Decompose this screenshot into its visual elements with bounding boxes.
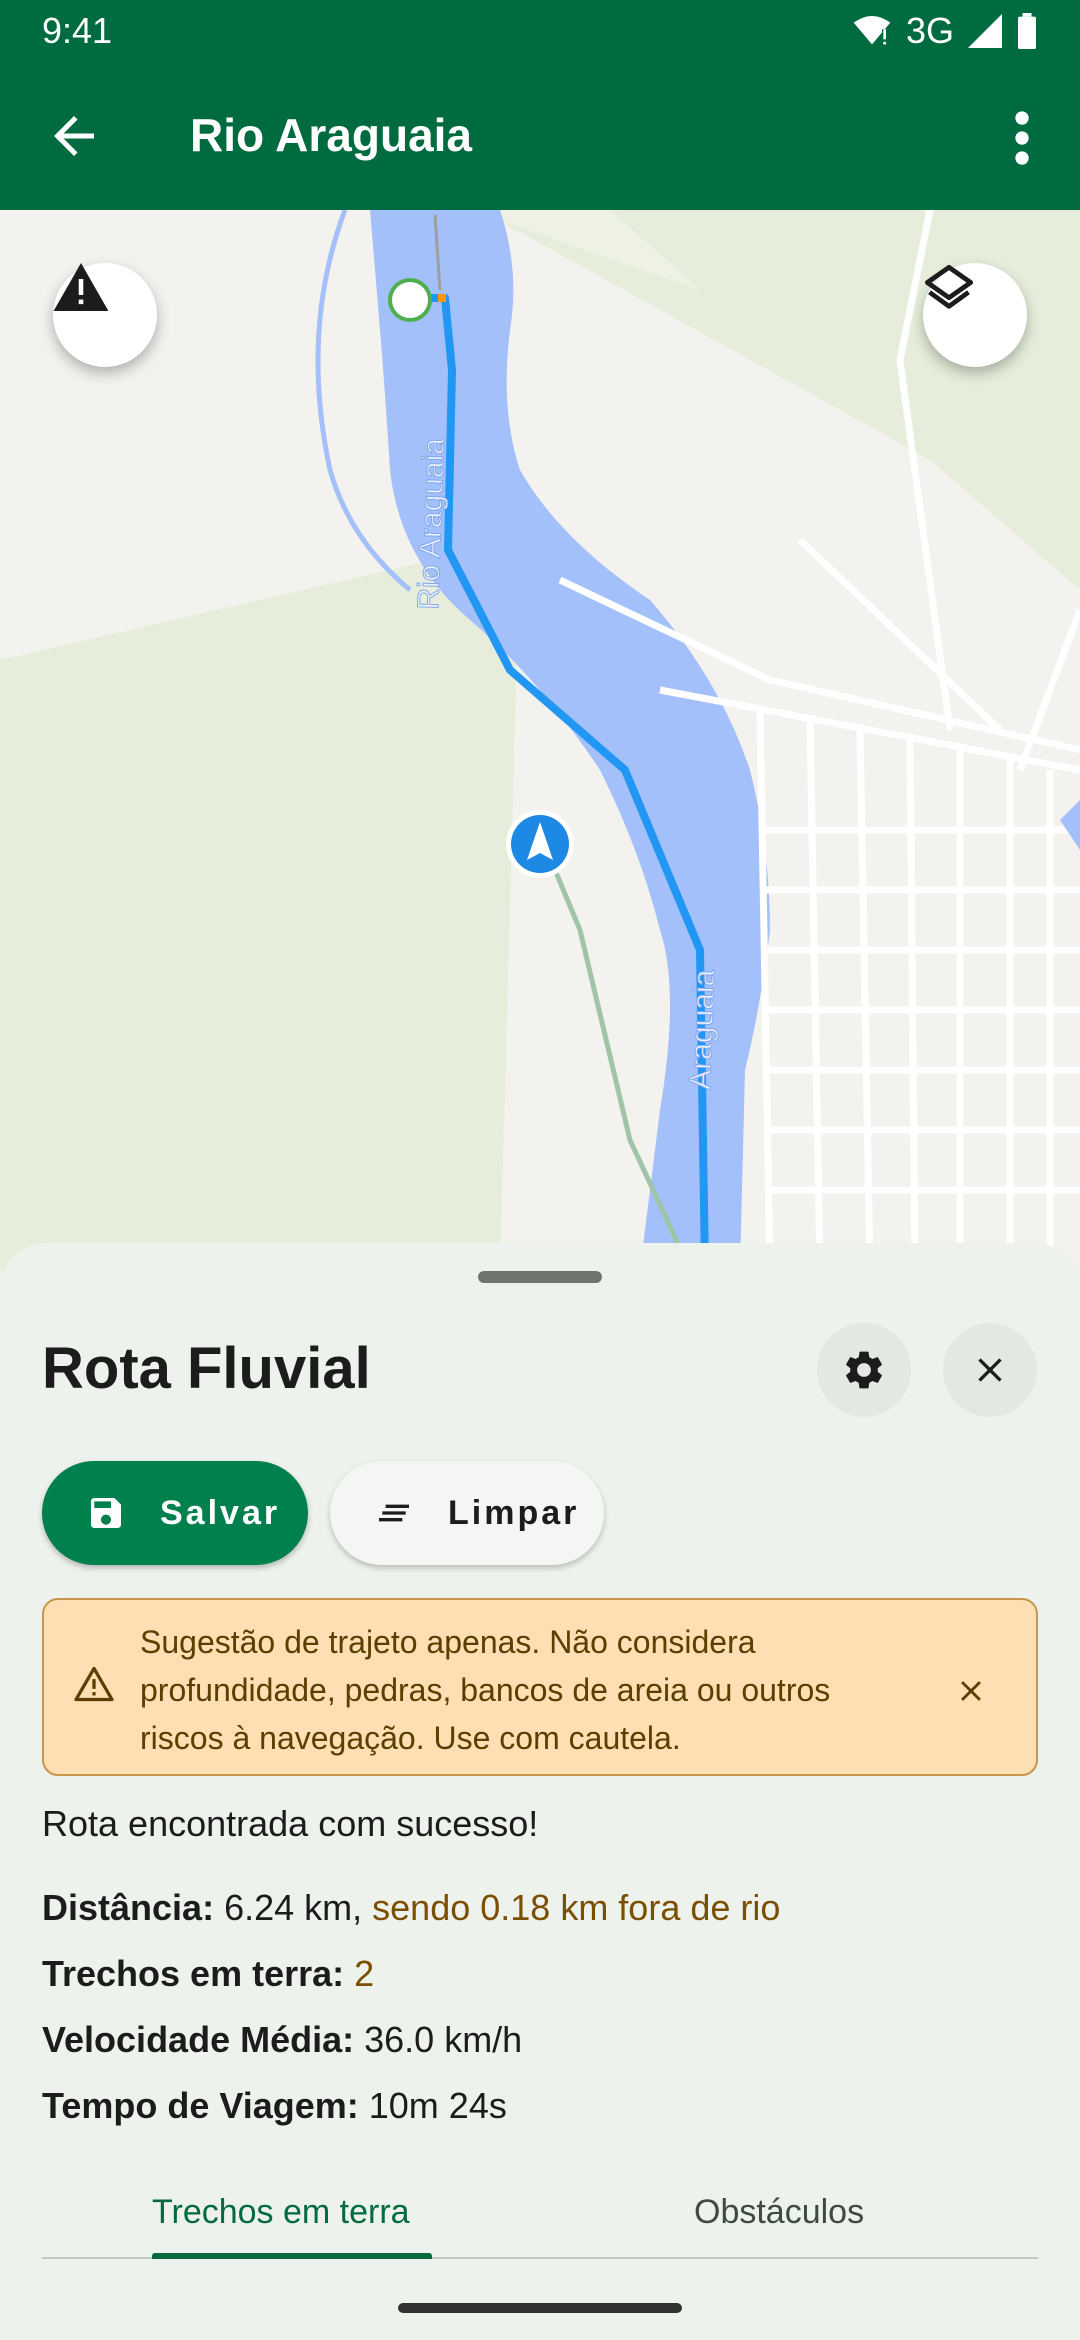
gesture-nav-bar[interactable]: [398, 2303, 682, 2313]
travel-time-label: Tempo de Viagem:: [42, 2085, 359, 2126]
travel-time-row: Tempo de Viagem: 10m 24s: [42, 2085, 507, 2127]
land-segments-label: Trechos em terra:: [42, 1953, 345, 1994]
clear-all-icon: [379, 1504, 409, 1522]
map-canvas[interactable]: Rio Araguaia Araguaia: [0, 210, 1080, 1270]
settings-button[interactable]: [817, 1323, 911, 1417]
speed-value: 36.0 km/h: [364, 2019, 523, 2060]
clear-button-label: Limpar: [448, 1493, 580, 1532]
drag-handle[interactable]: [478, 1271, 602, 1283]
layers-fab[interactable]: [923, 263, 1027, 367]
status-icons: 3G: [852, 10, 1038, 52]
distance-label: Distância:: [42, 1887, 215, 1928]
save-button[interactable]: Salvar: [42, 1461, 308, 1565]
safety-alert: Sugestão de trajeto apenas. Não consider…: [42, 1598, 1038, 1776]
land-segments-value: 2: [354, 1953, 375, 1994]
start-point-marker: [388, 278, 432, 322]
travel-time-value: 10m 24s: [368, 2085, 507, 2126]
distance-row: Distância: 6.24 km, sendo 0.18 km fora d…: [42, 1887, 780, 1929]
speed-label: Velocidade Média:: [42, 2019, 355, 2060]
map-view[interactable]: Rio Araguaia Araguaia: [0, 210, 1080, 1270]
land-segments-row: Trechos em terra: 2: [42, 1953, 374, 1995]
layers-icon: [924, 264, 974, 309]
close-sheet-button[interactable]: [943, 1323, 1037, 1417]
arrow-back-icon[interactable]: [44, 106, 104, 166]
tab-indicator: [152, 2253, 432, 2259]
sheet-title: Rota Fluvial: [42, 1336, 371, 1401]
distance-offriver: sendo 0.18 km fora de rio: [372, 1887, 781, 1928]
river-label-bottom: Araguaia: [684, 969, 721, 1090]
close-icon[interactable]: [954, 1674, 988, 1708]
signal-icon: [968, 14, 1002, 48]
river-label-top: Rio Araguaia: [412, 437, 451, 610]
network-type: 3G: [905, 10, 954, 51]
save-button-label: Salvar: [160, 1493, 281, 1532]
tab-land-segments[interactable]: Trechos em terra: [152, 2193, 410, 2232]
success-message: Rota encontrada com sucesso!: [42, 1803, 539, 1844]
tab-obstacles[interactable]: Obstáculos: [694, 2193, 864, 2232]
clear-button[interactable]: Limpar: [330, 1461, 604, 1565]
warning-fab[interactable]: [53, 263, 157, 367]
alert-text: Sugestão de trajeto apenas. Não consider…: [140, 1624, 831, 1756]
status-time: 9:41: [42, 10, 113, 51]
more-vert-icon[interactable]: [1004, 108, 1040, 168]
warning-outline-icon: [74, 1666, 114, 1702]
gear-icon: [846, 1351, 882, 1389]
page-title: Rio Araguaia: [190, 109, 473, 161]
status-bar: 9:41 3G: [0, 0, 1080, 60]
save-icon: [91, 1498, 121, 1528]
distance-value: 6.24 km,: [224, 1887, 363, 1928]
close-icon: [978, 1358, 1002, 1382]
route-bottom-sheet: Rota Fluvial Salvar Limpar Sugestão de t…: [0, 1243, 1080, 2340]
warning-icon: [53, 263, 109, 311]
water-inlet: [1060, 800, 1080, 850]
current-location-marker: [506, 810, 574, 878]
wifi-icon: [853, 16, 891, 45]
route-start-marker-tip: [438, 294, 446, 302]
speed-row: Velocidade Média: 36.0 km/h: [42, 2019, 522, 2061]
top-app-bar: 9:41 3G Rio Araguaia: [0, 0, 1080, 210]
results-tabs: Trechos em terra Obstáculos: [42, 2183, 1038, 2259]
battery-icon: [1018, 13, 1036, 49]
park-area: [0, 540, 520, 1270]
